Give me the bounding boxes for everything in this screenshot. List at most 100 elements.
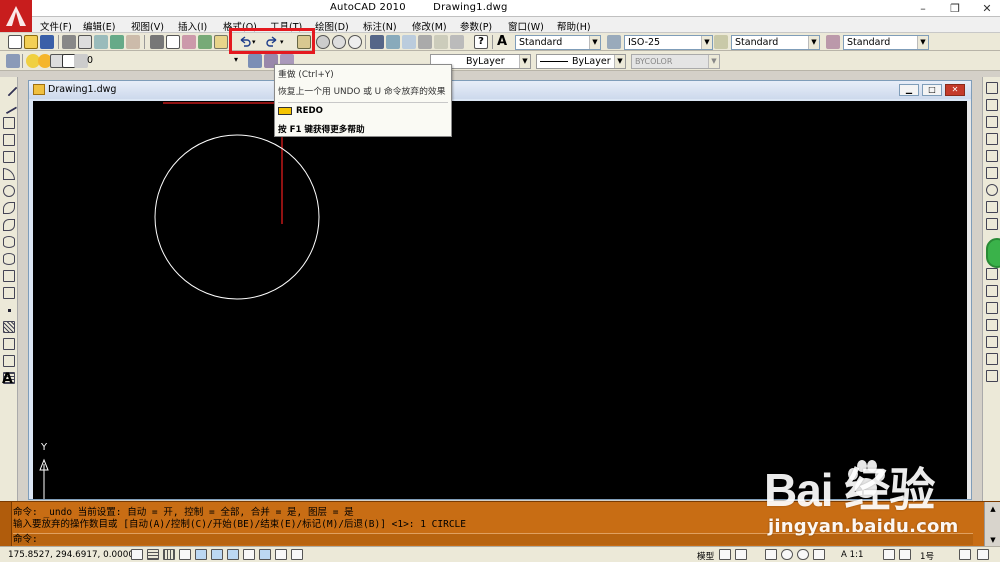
command-input[interactable]: 命令:	[13, 533, 973, 545]
fillet-icon[interactable]	[986, 353, 998, 365]
drawing-minimize-button[interactable]: ▁	[899, 84, 919, 96]
layer-name[interactable]: 0	[87, 55, 93, 66]
line-icon[interactable]	[0, 79, 18, 97]
circle-entity[interactable]	[154, 134, 320, 300]
lock-ui-icon[interactable]	[959, 549, 971, 560]
block-editor-icon[interactable]	[214, 35, 228, 49]
text-style-dropdown[interactable]: Standard ▼	[515, 35, 601, 50]
dynamic-ucs-icon[interactable]	[243, 549, 255, 560]
scroll-up-icon[interactable]: ▲	[985, 502, 1000, 516]
scale-icon[interactable]	[986, 201, 998, 213]
make-block-icon[interactable]	[3, 287, 15, 299]
menu-help[interactable]: 帮助(H)	[557, 19, 591, 33]
join-icon[interactable]	[986, 319, 998, 331]
erase-icon[interactable]	[986, 82, 998, 94]
menu-modify[interactable]: 修改(M)	[412, 19, 447, 33]
command-scrollbar[interactable]: ▲ ▼	[984, 502, 1000, 547]
zoom-window-icon[interactable]	[332, 35, 346, 49]
drawing-canvas[interactable]: Y	[33, 101, 967, 499]
revision-cloud-icon[interactable]	[3, 202, 15, 214]
offset-icon[interactable]	[986, 133, 998, 145]
markup-icon[interactable]	[434, 35, 448, 49]
rectangle-icon[interactable]	[3, 151, 15, 163]
construction-line-icon[interactable]	[0, 97, 18, 115]
rotate-icon[interactable]	[986, 184, 998, 196]
cut-icon[interactable]	[150, 35, 164, 49]
model-label[interactable]: 模型	[697, 550, 714, 562]
table-style-dropdown[interactable]: Standard ▼	[731, 35, 820, 50]
ortho-mode-icon[interactable]	[179, 549, 191, 560]
open-icon[interactable]	[24, 35, 38, 49]
menu-file[interactable]: 文件(F)	[40, 19, 72, 33]
drawing-maximize-button[interactable]: □	[922, 84, 942, 96]
3d-dwf-icon[interactable]	[110, 35, 124, 49]
menu-dimension[interactable]: 标注(N)	[363, 19, 397, 33]
copy-icon[interactable]	[166, 35, 180, 49]
move-icon[interactable]	[986, 167, 998, 179]
plotstyle-dropdown[interactable]: BYCOLOR ▼	[631, 54, 720, 69]
layer-manager-icon[interactable]	[6, 54, 20, 68]
close-button[interactable]: ✕	[980, 1, 994, 15]
app-menu-button[interactable]	[0, 0, 32, 32]
layout-icon[interactable]	[735, 549, 747, 560]
linetype-dropdown[interactable]: ByLayer ▼	[536, 54, 626, 69]
menu-edit[interactable]: 编辑(E)	[83, 19, 115, 33]
snap-mode-icon[interactable]	[147, 549, 159, 560]
help-icon[interactable]: ?	[474, 35, 488, 49]
insert-block-icon[interactable]	[3, 270, 15, 282]
make-current-layer-icon[interactable]	[248, 54, 262, 68]
polyline-icon[interactable]	[3, 117, 15, 129]
trim-icon[interactable]	[986, 268, 998, 280]
save-icon[interactable]	[40, 35, 54, 49]
break-icon[interactable]	[986, 302, 998, 314]
new-icon[interactable]	[8, 35, 22, 49]
drawing-vertical-scrollbar[interactable]	[967, 101, 971, 499]
steering-wheel-icon[interactable]	[797, 549, 809, 560]
workspace-switch[interactable]: 1号	[920, 550, 934, 562]
layer-dropdown-arrow[interactable]: ▾	[231, 55, 241, 69]
lineweight-icon[interactable]	[275, 549, 287, 560]
design-center-icon[interactable]	[386, 35, 400, 49]
publish-icon[interactable]	[94, 35, 108, 49]
model-space-icon[interactable]	[719, 549, 731, 560]
polygon-icon[interactable]	[3, 134, 15, 146]
infer-constraints-icon[interactable]	[131, 549, 143, 560]
point-icon[interactable]	[3, 304, 15, 316]
circle-icon[interactable]	[3, 185, 15, 197]
auto-scale-icon[interactable]	[899, 549, 911, 560]
menu-window[interactable]: 窗口(W)	[508, 19, 544, 33]
menu-draw[interactable]: 绘图(D)	[315, 19, 349, 33]
properties-icon[interactable]	[370, 35, 384, 49]
menu-view[interactable]: 视图(V)	[131, 19, 164, 33]
zoom-previous-icon[interactable]	[348, 35, 362, 49]
multiline-text-icon[interactable]: A	[2, 372, 14, 386]
multileader-style-dropdown[interactable]: Standard ▼	[843, 35, 929, 50]
print-icon[interactable]	[62, 35, 76, 49]
floating-assistant-icon[interactable]	[986, 238, 1000, 268]
object-snap-icon[interactable]	[211, 549, 223, 560]
explode-icon[interactable]	[986, 370, 998, 382]
object-snap-tracking-icon[interactable]	[227, 549, 239, 560]
menu-parametric[interactable]: 参数(P)	[460, 19, 492, 33]
drawing-close-button[interactable]: ✕	[945, 84, 965, 96]
annotation-scale[interactable]: A 1:1	[841, 550, 863, 560]
arc-icon[interactable]	[3, 168, 15, 180]
polar-tracking-icon[interactable]	[195, 549, 207, 560]
extend-icon[interactable]	[986, 285, 998, 297]
menu-insert[interactable]: 插入(I)	[178, 19, 207, 33]
spline-icon[interactable]	[3, 219, 15, 231]
zoom-realtime-icon[interactable]	[316, 35, 330, 49]
grid-display-icon[interactable]	[163, 549, 175, 560]
ellipse-icon[interactable]	[3, 236, 15, 248]
command-line-handle[interactable]	[0, 502, 12, 547]
match-properties-icon[interactable]	[198, 35, 212, 49]
dim-style-dropdown[interactable]: ISO-25 ▼	[624, 35, 713, 50]
preview-icon[interactable]	[78, 35, 92, 49]
zoom-status-icon[interactable]	[781, 549, 793, 560]
copy-object-icon[interactable]	[986, 99, 998, 111]
region-icon[interactable]	[3, 355, 15, 367]
scroll-down-icon[interactable]: ▼	[985, 533, 1000, 547]
mirror-icon[interactable]	[986, 116, 998, 128]
array-icon[interactable]	[986, 150, 998, 162]
clean-screen-icon[interactable]	[977, 549, 989, 560]
